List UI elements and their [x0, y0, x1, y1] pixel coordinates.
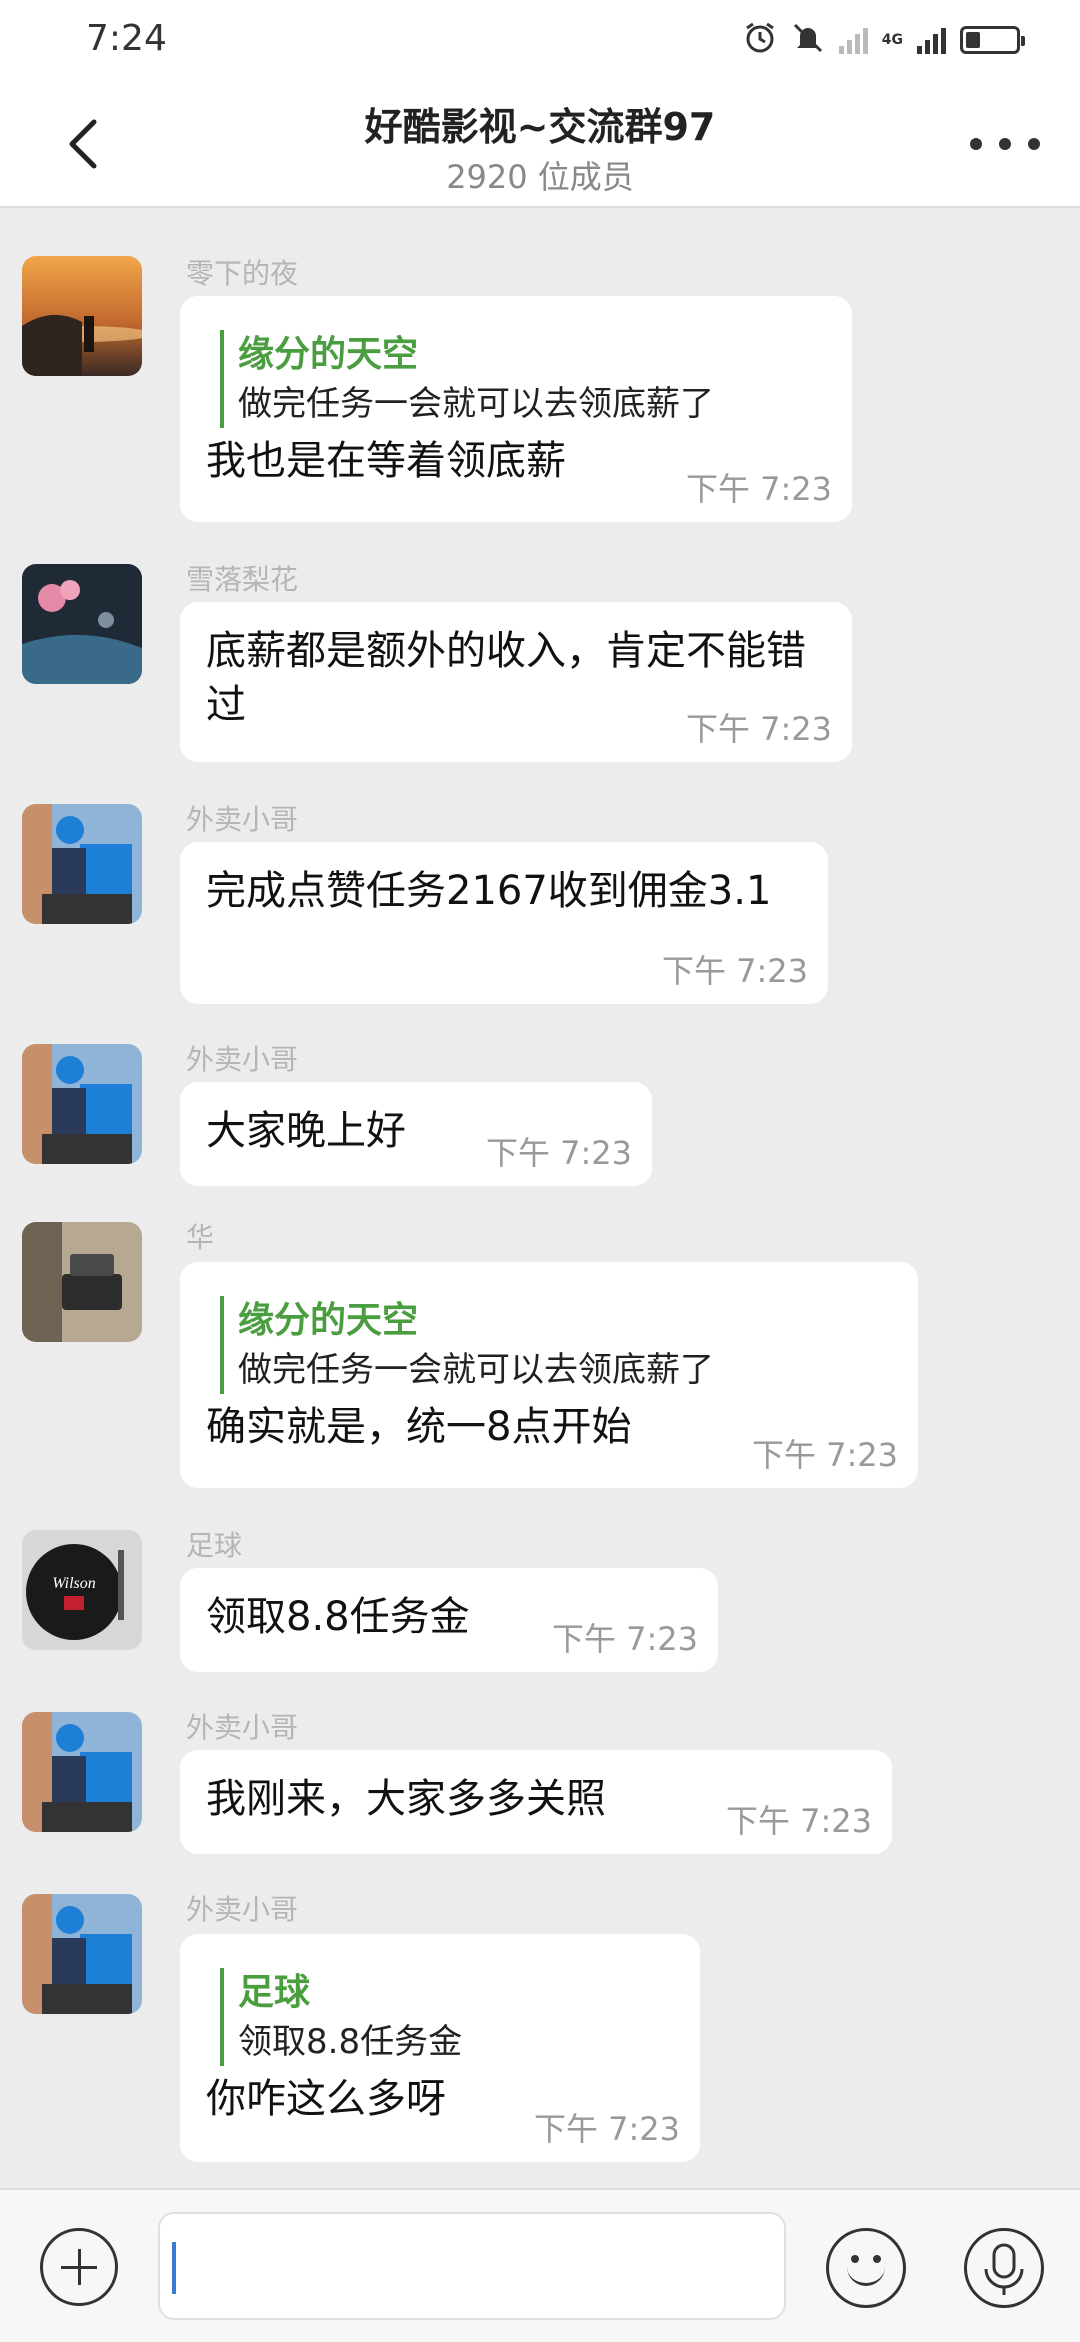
- svg-text:Wilson: Wilson: [52, 1575, 96, 1592]
- signal-icon-2: [917, 26, 946, 54]
- quoted-message[interactable]: 缘分的天空 做完任务一会就可以去领底薪了: [220, 330, 828, 428]
- message-time: 下午 7:23: [661, 952, 808, 990]
- message-time: 下午 7:23: [751, 1436, 898, 1474]
- quoted-message[interactable]: 足球 领取8.8任务金: [220, 1968, 676, 2066]
- quoted-text: 领取8.8任务金: [238, 2022, 463, 2062]
- more-dots-icon: [970, 138, 982, 150]
- more-options-button[interactable]: [970, 124, 1040, 164]
- sender-name: 外卖小哥: [186, 1893, 299, 1926]
- voice-button[interactable]: [964, 2228, 1044, 2308]
- message-time: 下午 7:23: [551, 1620, 698, 1658]
- status-icons: 4G: [743, 20, 1025, 60]
- avatar[interactable]: [22, 1712, 142, 1832]
- quoted-text: 做完任务一会就可以去领底薪了: [238, 1350, 714, 1390]
- message-text: 完成点赞任务2167收到佣金3.1: [206, 868, 772, 914]
- sender-name: 华: [186, 1221, 215, 1254]
- quoted-sender: 缘分的天空: [238, 1300, 419, 1341]
- avatar[interactable]: [22, 256, 142, 376]
- alarm-icon: [743, 21, 777, 59]
- avatar[interactable]: [22, 1222, 142, 1342]
- member-count[interactable]: 2920 位成员: [0, 152, 1080, 198]
- message-bubble[interactable]: 底薪都是额外的收入，肯定不能错过 下午 7:23: [180, 602, 852, 762]
- status-bar: 7:24 4G: [0, 0, 1080, 84]
- microphone-icon: [984, 2243, 1024, 2295]
- sender-name: 外卖小哥: [186, 803, 299, 836]
- sender-name: 足球: [186, 1529, 243, 1562]
- mute-icon: [791, 21, 825, 59]
- sender-name: 外卖小哥: [186, 1711, 299, 1744]
- avatar[interactable]: Wilson: [22, 1530, 142, 1650]
- message-input[interactable]: [158, 2212, 786, 2320]
- message-bubble[interactable]: 缘分的天空 做完任务一会就可以去领底薪了 我也是在等着领底薪 下午 7:23: [180, 296, 852, 522]
- quoted-message[interactable]: 缘分的天空 做完任务一会就可以去领底薪了: [220, 1296, 894, 1394]
- group-title[interactable]: 好酷影视~交流群97: [0, 96, 1080, 151]
- quoted-text: 做完任务一会就可以去领底薪了: [238, 384, 714, 424]
- avatar[interactable]: [22, 564, 142, 684]
- input-bar: [0, 2188, 1080, 2342]
- message-bubble[interactable]: 领取8.8任务金 下午 7:23: [180, 1568, 718, 1672]
- sender-name: 外卖小哥: [186, 1043, 299, 1076]
- smile-icon: [847, 2261, 885, 2286]
- chat-header: 好酷影视~交流群97 2920 位成员: [0, 84, 1080, 208]
- message-bubble[interactable]: 完成点赞任务2167收到佣金3.1 下午 7:23: [180, 842, 828, 1004]
- add-attachment-button[interactable]: [40, 2228, 118, 2306]
- message-time: 下午 7:23: [533, 2110, 680, 2148]
- message-time: 下午 7:23: [725, 1802, 872, 1840]
- text-caret: [172, 2242, 176, 2294]
- sender-name: 雪落梨花: [186, 563, 299, 596]
- avatar[interactable]: [22, 804, 142, 924]
- quoted-sender: 足球: [238, 1972, 311, 2013]
- quoted-sender: 缘分的天空: [238, 334, 419, 375]
- status-time: 7:24: [86, 18, 167, 59]
- signal-icon: [838, 26, 868, 54]
- message-bubble[interactable]: 足球 领取8.8任务金 你咋这么多呀 下午 7:23: [180, 1934, 700, 2162]
- avatar[interactable]: [22, 1044, 142, 1164]
- sender-name: 零下的夜: [186, 257, 299, 290]
- message-time: 下午 7:23: [685, 470, 832, 508]
- message-time: 下午 7:23: [685, 710, 832, 748]
- message-bubble[interactable]: 缘分的天空 做完任务一会就可以去领底薪了 确实就是，统一8点开始 下午 7:23: [180, 1262, 918, 1488]
- avatar[interactable]: [22, 1894, 142, 2014]
- message-bubble[interactable]: 大家晚上好 下午 7:23: [180, 1082, 652, 1186]
- message-bubble[interactable]: 我刚来，大家多多关照 下午 7:23: [180, 1750, 892, 1854]
- network-type: 4G: [881, 32, 903, 48]
- emoji-button[interactable]: [826, 2228, 906, 2308]
- message-list[interactable]: 零下的夜 缘分的天空 做完任务一会就可以去领底薪了 我也是在等着领底薪 下午 7…: [0, 208, 1080, 2188]
- message-time: 下午 7:23: [485, 1134, 632, 1172]
- battery-icon: [960, 26, 1025, 54]
